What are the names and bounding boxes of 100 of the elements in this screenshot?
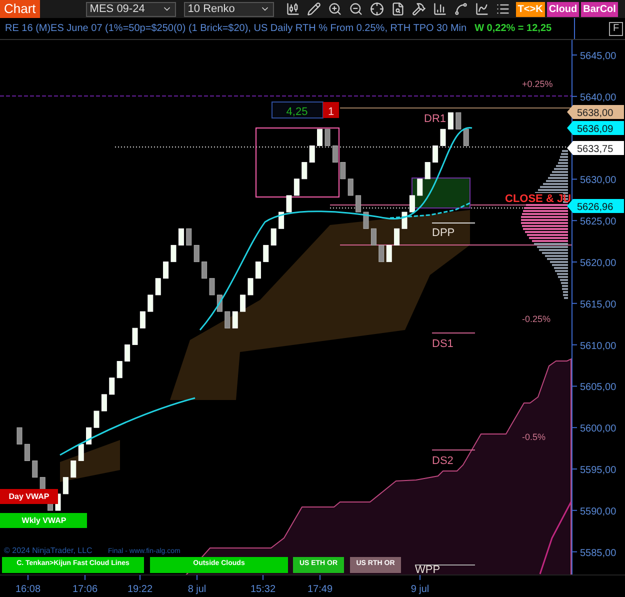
- copyright-text: © 2024 NinjaTrader, LLC: [4, 546, 92, 555]
- indicator-reading: W 0,22% = 12,25: [474, 22, 552, 36]
- list-icon[interactable]: [496, 2, 510, 16]
- renko-brick: [309, 146, 315, 163]
- price-badge: 5636,09: [567, 121, 624, 135]
- renko-brick: [286, 195, 292, 212]
- pencil-icon[interactable]: [306, 2, 321, 16]
- price-axis-label: 5585,00: [580, 548, 616, 559]
- renko-brick: [32, 460, 38, 478]
- renko-brick: [409, 195, 415, 212]
- renko-brick: [324, 128, 330, 146]
- level-label: DS2: [432, 455, 454, 467]
- renko-brick: [370, 228, 376, 246]
- time-axis-label: 15:32: [250, 584, 276, 595]
- price-badge: 5638,00: [567, 105, 624, 119]
- renko-brick: [402, 212, 408, 229]
- time-axis-label: 8 jul: [188, 584, 206, 595]
- renko-brick: [94, 410, 100, 428]
- range-value-box: [272, 102, 324, 118]
- renko-brick: [24, 444, 30, 461]
- renko-brick: [278, 212, 284, 229]
- price-axis-label: 5605,00: [580, 382, 616, 394]
- renko-brick: [116, 361, 122, 378]
- range-count: 1: [328, 106, 334, 118]
- renko-brick: [202, 262, 208, 279]
- renko-brick: [170, 244, 176, 262]
- renko-brick: [456, 112, 462, 130]
- level-label: WPP: [415, 564, 440, 576]
- line-chart-icon[interactable]: [474, 2, 489, 16]
- renko-brick: [356, 195, 362, 212]
- toolbar-toggle[interactable]: BarCol: [581, 2, 618, 16]
- renko-brick: [463, 128, 469, 146]
- zoom-in-icon[interactable]: [328, 2, 342, 16]
- time-axis-label: 17:06: [72, 584, 98, 595]
- renko-brick: [186, 228, 192, 246]
- renko-brick: [124, 344, 130, 362]
- time-axis-label: 9 jul: [410, 584, 430, 595]
- renko-brick: [216, 294, 222, 312]
- renko-brick: [132, 328, 138, 345]
- vwap-label: Day VWAP: [8, 492, 50, 501]
- price-axis-label: 5630,00: [580, 175, 616, 186]
- price-axis-label: 5620,00: [580, 258, 616, 269]
- renko-brick: [232, 311, 238, 328]
- instrument-dropdown[interactable]: MES 09-24: [86, 2, 176, 16]
- level-label: -0.5%: [522, 432, 546, 442]
- candlestick-icon[interactable]: [286, 2, 300, 16]
- hammer-icon[interactable]: [412, 2, 426, 16]
- renko-brick: [270, 228, 276, 246]
- renko-brick: [255, 262, 261, 279]
- renko-brick: [224, 311, 230, 328]
- renko-brick: [386, 244, 392, 262]
- price-axis-label: 5645,00: [580, 51, 616, 62]
- renko-brick: [440, 128, 446, 146]
- renko-brick: [248, 278, 254, 296]
- renko-brick: [348, 178, 354, 196]
- renko-brick: [432, 146, 438, 163]
- renko-brick: [340, 162, 346, 180]
- renko-brick: [302, 162, 308, 180]
- cloud-band: [60, 440, 120, 482]
- renko-brick: [263, 244, 269, 262]
- time-axis-label: 16:08: [15, 584, 41, 595]
- renko-brick: [148, 294, 154, 312]
- price-axis-label: 5590,00: [580, 506, 616, 518]
- renko-brick: [101, 394, 107, 412]
- toolbar-toggle[interactable]: Cloud: [546, 2, 580, 16]
- vwap-label: Wkly VWAP: [22, 516, 66, 525]
- renko-brick: [163, 262, 169, 279]
- renko-brick: [317, 128, 323, 146]
- price-badge: 5633,75: [567, 141, 624, 155]
- renko-brick: [240, 294, 246, 312]
- renko-brick: [363, 212, 369, 229]
- document-search-icon[interactable]: [390, 2, 405, 16]
- level-label: -0.25%: [522, 314, 551, 324]
- price-axis-label: 5625,00: [580, 216, 616, 228]
- chart-title: RE 16 (M)ES June 07 (1%=50p=$250(0) (1 Brick=$20), US Daily RTH % From 0.25%, RTH TPO 30 Min: [5, 22, 467, 36]
- level-label: DR1: [424, 113, 446, 125]
- curve-icon[interactable]: [454, 2, 468, 16]
- time-axis-label: 17:49: [307, 584, 333, 595]
- renko-brick: [62, 477, 68, 494]
- renko-brick: [140, 311, 146, 328]
- renko-brick: [16, 427, 22, 444]
- price-axis-label: 5615,00: [580, 299, 616, 310]
- renko-brick: [417, 178, 423, 196]
- bar-type-dropdown[interactable]: 10 Renko: [184, 2, 274, 16]
- price-axis-label: 5600,00: [580, 424, 616, 435]
- chart-tab[interactable]: Chart: [0, 0, 40, 18]
- level-label: +0.25%: [522, 79, 553, 89]
- renko-brick: [378, 244, 384, 262]
- crosshair-icon[interactable]: [370, 2, 384, 16]
- renko-brick: [294, 178, 300, 196]
- price-axis-label: 5595,00: [580, 465, 616, 476]
- panel-button[interactable]: F: [609, 22, 623, 36]
- time-axis-label: 19:22: [127, 584, 153, 595]
- renko-brick: [155, 278, 161, 296]
- renko-brick: [109, 378, 115, 395]
- zoom-out-icon[interactable]: [348, 2, 363, 16]
- renko-brick: [448, 112, 454, 130]
- range-value: 4,25: [286, 106, 308, 118]
- bar-chart-icon[interactable]: [432, 2, 447, 16]
- renko-brick: [78, 444, 84, 461]
